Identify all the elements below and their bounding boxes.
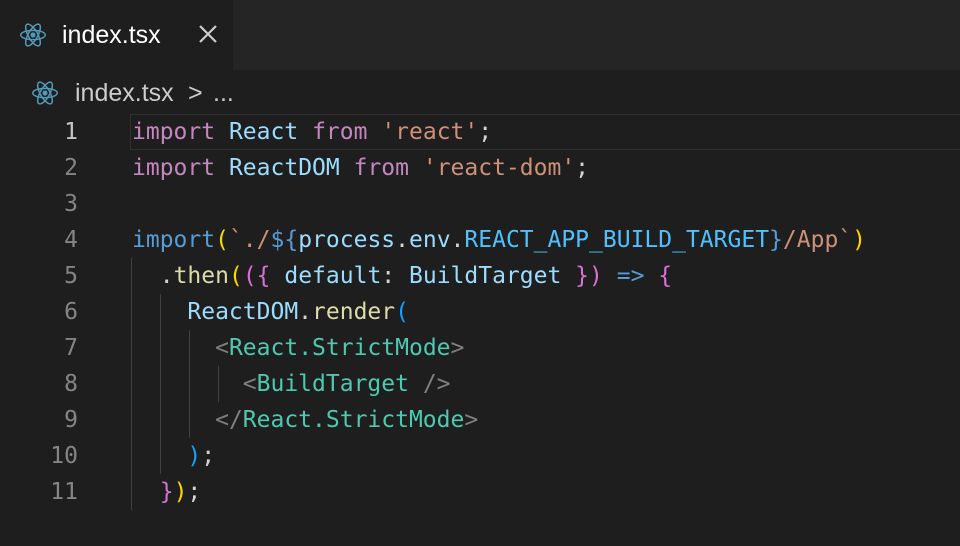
tag-bracket: </ <box>215 407 243 433</box>
line-number: 7 <box>64 335 78 361</box>
paren: ) <box>187 443 202 469</box>
punctuation: : <box>381 263 396 289</box>
tag-bracket: < <box>215 335 229 361</box>
keyword: from <box>312 119 368 145</box>
code-line[interactable]: 9 </React.StrictMode> <box>0 402 960 438</box>
line-number: 8 <box>64 371 78 397</box>
interpolation: ${ <box>270 227 299 253</box>
paren: ({ <box>242 263 271 289</box>
code-line[interactable]: 4 import(`./${process.env.REACT_APP_BUIL… <box>0 222 960 258</box>
keyword: import <box>132 119 216 145</box>
line-number: 3 <box>64 191 78 217</box>
tab-bar: index.tsx <box>0 0 960 70</box>
punctuation: ; <box>478 119 493 145</box>
line-number: 2 <box>64 155 78 181</box>
jsx-tag: BuildTarget <box>256 371 409 397</box>
interpolation: } <box>769 227 783 253</box>
paren: }) <box>561 263 603 289</box>
code-line[interactable]: 11 }); <box>0 474 960 510</box>
brace: { <box>644 263 673 289</box>
code-line[interactable]: 10 ); <box>0 438 960 474</box>
tag-bracket: < <box>242 371 257 397</box>
paren: ( <box>215 227 229 253</box>
punctuation: . <box>298 299 313 325</box>
identifier: ReactDOM <box>228 155 340 181</box>
template-string: /App` <box>782 227 853 253</box>
line-number: 11 <box>50 479 78 505</box>
punctuation: ; <box>201 443 216 469</box>
identifier: React <box>228 119 299 145</box>
string-literal: 'react' <box>381 119 479 145</box>
code-line[interactable]: 2 import ReactDOM from 'react-dom'; <box>0 150 960 186</box>
chevron-right-icon: > <box>188 79 203 107</box>
tag-bracket: > <box>464 407 479 433</box>
identifier: ReactDOM <box>187 299 299 325</box>
tab-label: index.tsx <box>62 21 161 49</box>
line-number: 9 <box>64 407 78 433</box>
jsx-tag: React.StrictMode <box>228 335 451 361</box>
string-literal: 'react-dom' <box>422 155 576 181</box>
arrow: => <box>602 263 645 289</box>
line-number: 4 <box>64 227 78 253</box>
code-line[interactable]: 6 ReactDOM.render( <box>0 294 960 330</box>
react-icon <box>31 79 59 112</box>
punctuation: . <box>395 227 409 253</box>
function-name: then <box>173 263 229 289</box>
identifier: default <box>270 263 382 289</box>
code-line[interactable]: 7 <React.StrictMode> <box>0 330 960 366</box>
code-line[interactable]: 1 import React from 'react'; <box>0 114 960 150</box>
line-number: 5 <box>64 263 78 289</box>
template-string: `./ <box>228 227 271 253</box>
brace: } <box>159 479 174 505</box>
paren: ( <box>395 299 409 325</box>
breadcrumb-file[interactable]: index.tsx <box>75 77 174 109</box>
paren: ) <box>852 227 867 253</box>
jsx-tag: React.StrictMode <box>242 407 465 433</box>
identifier: env <box>409 227 451 253</box>
identifier: BuildTarget <box>395 263 562 289</box>
punctuation: . <box>159 263 174 289</box>
line-number: 6 <box>64 299 78 325</box>
code-editor[interactable]: 1 import React from 'react'; 2 import Re… <box>0 114 960 546</box>
tag-bracket: /> <box>408 371 451 397</box>
line-number: 1 <box>64 119 78 145</box>
paren: ( <box>228 263 243 289</box>
keyword: import <box>132 227 216 253</box>
identifier: process <box>298 227 396 253</box>
tab-index-tsx[interactable]: index.tsx <box>0 0 233 70</box>
punctuation: ; <box>575 155 590 181</box>
punctuation: . <box>450 227 465 253</box>
react-icon <box>19 21 47 54</box>
tag-bracket: > <box>450 335 465 361</box>
code-line[interactable]: 3 <box>0 186 960 222</box>
keyword: import <box>132 155 216 181</box>
constant: REACT_APP_BUILD_TARGET <box>464 227 770 253</box>
line-number: 10 <box>50 443 78 469</box>
keyword: from <box>353 155 409 181</box>
code-line[interactable]: 5 .then(({ default: BuildTarget }) => { <box>0 258 960 294</box>
close-icon[interactable] <box>196 22 220 46</box>
punctuation: ; <box>187 479 202 505</box>
breadcrumb-more[interactable]: ... <box>213 77 234 109</box>
function-name: render <box>312 299 396 325</box>
paren: ) <box>173 479 188 505</box>
code-line[interactable]: 8 <BuildTarget /> <box>0 366 960 402</box>
